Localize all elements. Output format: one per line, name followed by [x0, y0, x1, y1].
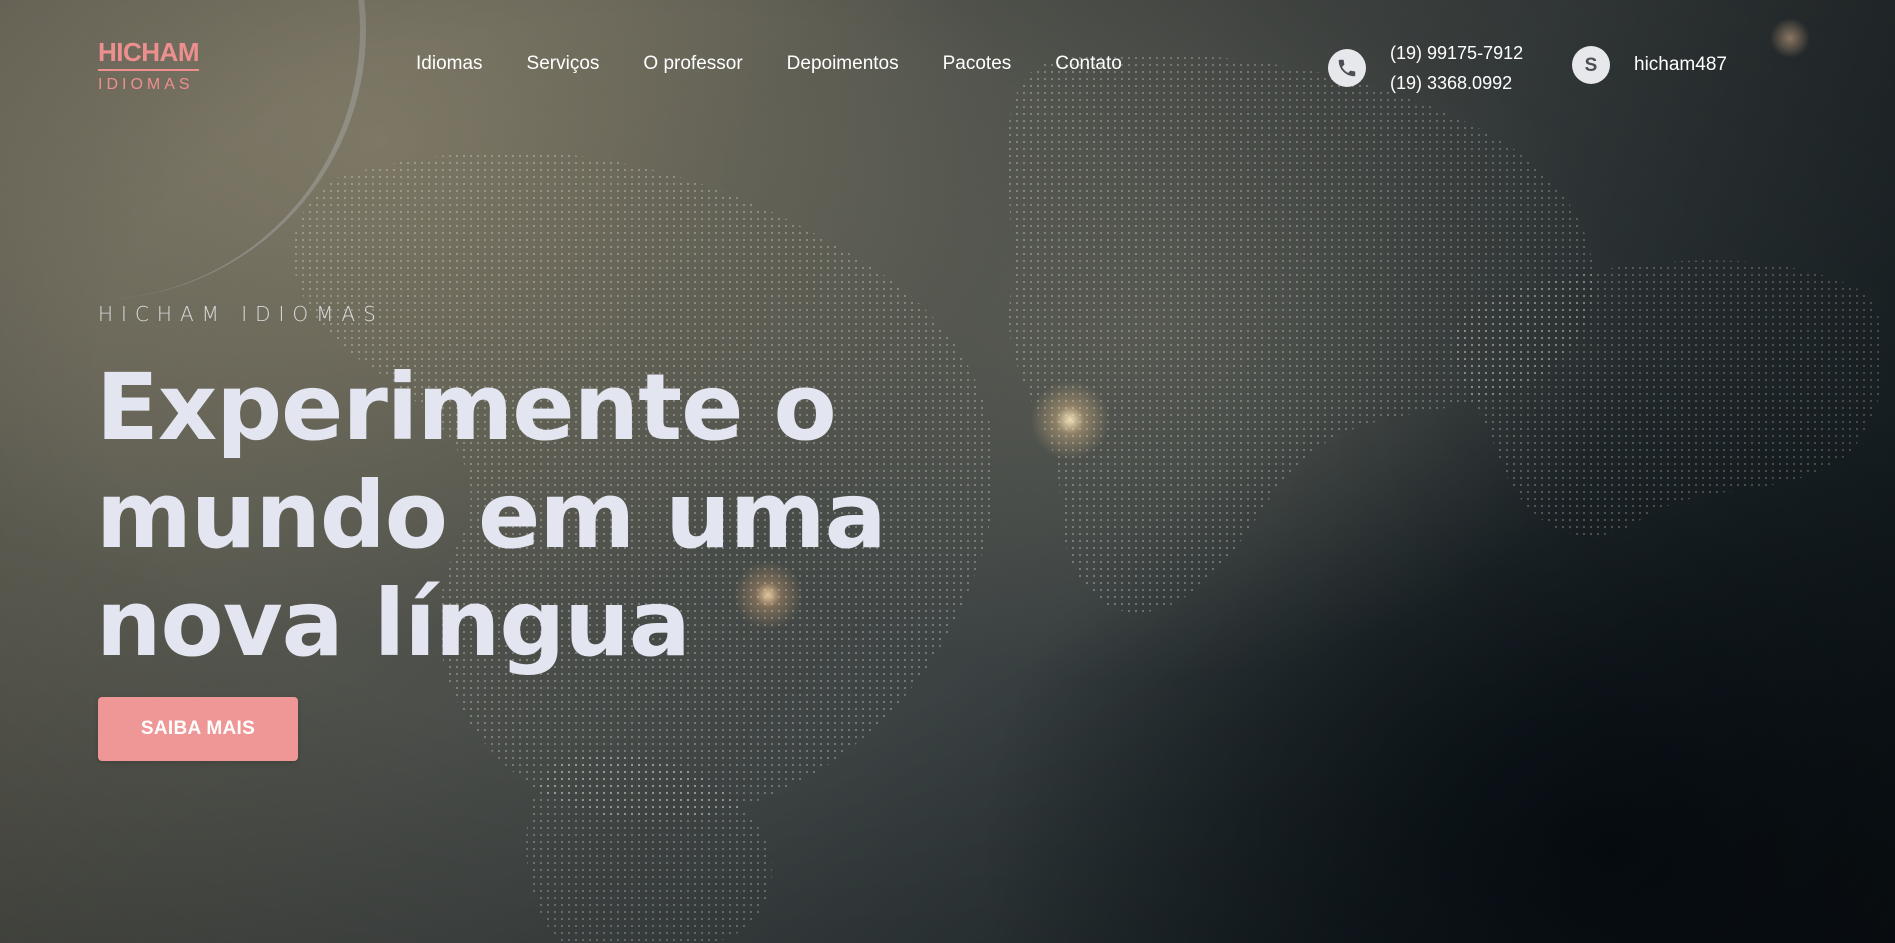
star-glow	[1030, 380, 1110, 460]
phone-numbers: (19) 99175-7912 (19) 3368.0992	[1390, 38, 1523, 98]
nav-item-contato[interactable]: Contato	[1055, 52, 1122, 76]
nav-item-pacotes[interactable]: Pacotes	[943, 52, 1012, 76]
skype-icon: S	[1572, 46, 1610, 84]
hero-section: HICHAM IDIOMAS Idiomas Serviços O profes…	[0, 0, 1895, 943]
hero-headline-line-3: nova língua	[96, 570, 691, 677]
star-glow	[1770, 18, 1810, 58]
svg-text:S: S	[1585, 55, 1598, 76]
logo-sub-text: IDIOMAS	[98, 76, 194, 93]
hero-eyebrow: HICHAM IDIOMAS	[98, 302, 384, 326]
phone-number-1[interactable]: (19) 99175-7912	[1390, 38, 1523, 68]
phone-number-2[interactable]: (19) 3368.0992	[1390, 68, 1523, 98]
nav-item-depoimentos[interactable]: Depoimentos	[787, 52, 899, 76]
hero-headline-line-1: Experimente o	[96, 354, 837, 461]
saiba-mais-button[interactable]: SAIBA MAIS	[98, 697, 298, 761]
phone-contact: (19) 99175-7912 (19) 3368.0992	[1328, 38, 1523, 98]
nav-item-idiomas[interactable]: Idiomas	[416, 52, 483, 76]
main-nav: Idiomas Serviços O professor Depoimentos…	[416, 52, 1166, 76]
hero-headline-line-2: mundo em uma	[96, 462, 887, 569]
logo[interactable]: HICHAM IDIOMAS	[98, 38, 200, 95]
phone-icon	[1328, 49, 1366, 87]
skype-username[interactable]: hicham487	[1634, 54, 1727, 76]
skype-contact: S hicham487	[1572, 46, 1727, 84]
nav-item-o-professor[interactable]: O professor	[643, 52, 742, 76]
logo-main-text: HICHAM	[98, 38, 200, 71]
nav-item-servicos[interactable]: Serviços	[527, 52, 600, 76]
hero-headline: Experimente o mundo em uma nova língua	[96, 354, 956, 678]
